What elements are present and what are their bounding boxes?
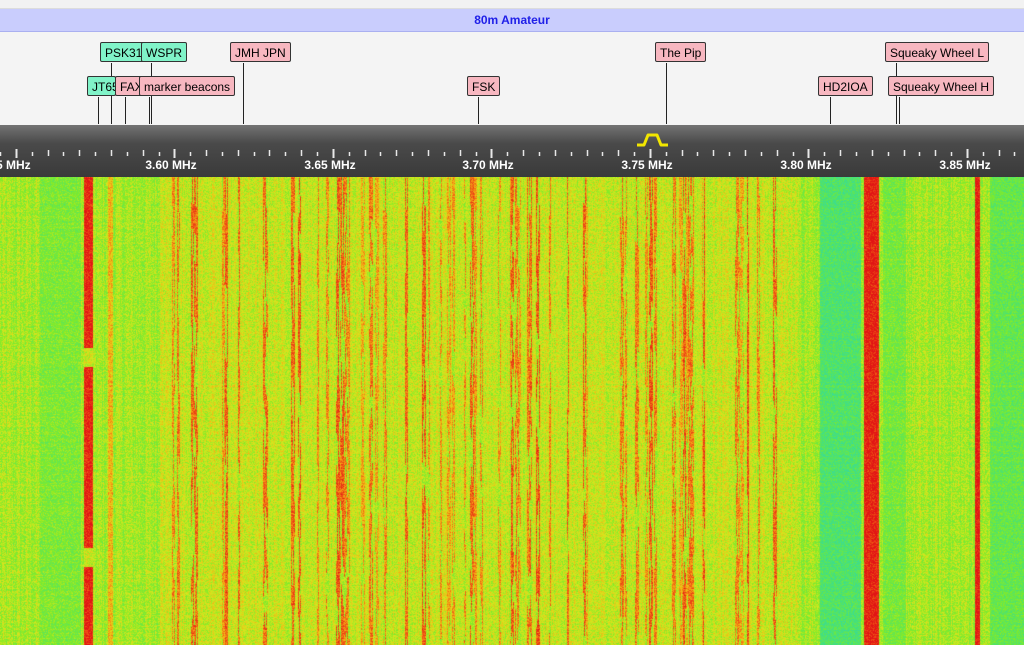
marker-label-jmh-jpn[interactable]: JMH JPN [230, 42, 291, 62]
tick-label: 3.60 MHz [145, 158, 196, 172]
marker-label-jt65[interactable]: JT65 [87, 76, 116, 96]
top-strip [0, 0, 1024, 9]
marker-stem [899, 97, 900, 124]
band-bar[interactable]: 80m Amateur [0, 9, 1024, 32]
tick-label: 3.55 MHz [0, 158, 31, 172]
waterfall-display[interactable] [0, 177, 1024, 645]
marker-label-wspr[interactable]: WSPR [141, 42, 187, 62]
band-label-area: PSK31 WSPR JMH JPN The Pip Squeaky Wheel… [0, 32, 1024, 125]
frequency-scale-graphics: 3.55 MHz 3.60 MHz 3.65 MHz 3.70 MHz 3.75… [0, 133, 1016, 172]
passband-indicator-icon[interactable] [637, 133, 668, 147]
tick-label: 3.65 MHz [304, 158, 355, 172]
marker-stem [149, 97, 150, 124]
marker-stem [243, 63, 244, 124]
tick-label: 3.80 MHz [780, 158, 831, 172]
tick-label: 3.75 MHz [621, 158, 672, 172]
frequency-scale[interactable]: 3.55 MHz 3.60 MHz 3.65 MHz 3.70 MHz 3.75… [0, 125, 1024, 177]
marker-stem [478, 97, 479, 124]
marker-stem [125, 97, 126, 124]
tick-label: 3.70 MHz [462, 158, 513, 172]
marker-label-fax[interactable]: FAX [115, 76, 142, 96]
marker-label-squeaky-wheel-h[interactable]: Squeaky Wheel H [888, 76, 995, 96]
band-title: 80m Amateur [474, 13, 550, 27]
marker-stem [666, 63, 667, 124]
tick-label: 3.85 MHz [939, 158, 990, 172]
marker-label-the-pip[interactable]: The Pip [655, 42, 707, 62]
marker-label-hd2ioa[interactable]: HD2IOA [818, 76, 873, 96]
marker-label-marker-beacons[interactable]: marker beacons [139, 76, 236, 96]
marker-label-fsk[interactable]: FSK [467, 76, 501, 96]
marker-stem [830, 97, 831, 124]
marker-label-squeaky-wheel-l[interactable]: Squeaky Wheel L [885, 42, 990, 62]
marker-stem [98, 97, 99, 124]
